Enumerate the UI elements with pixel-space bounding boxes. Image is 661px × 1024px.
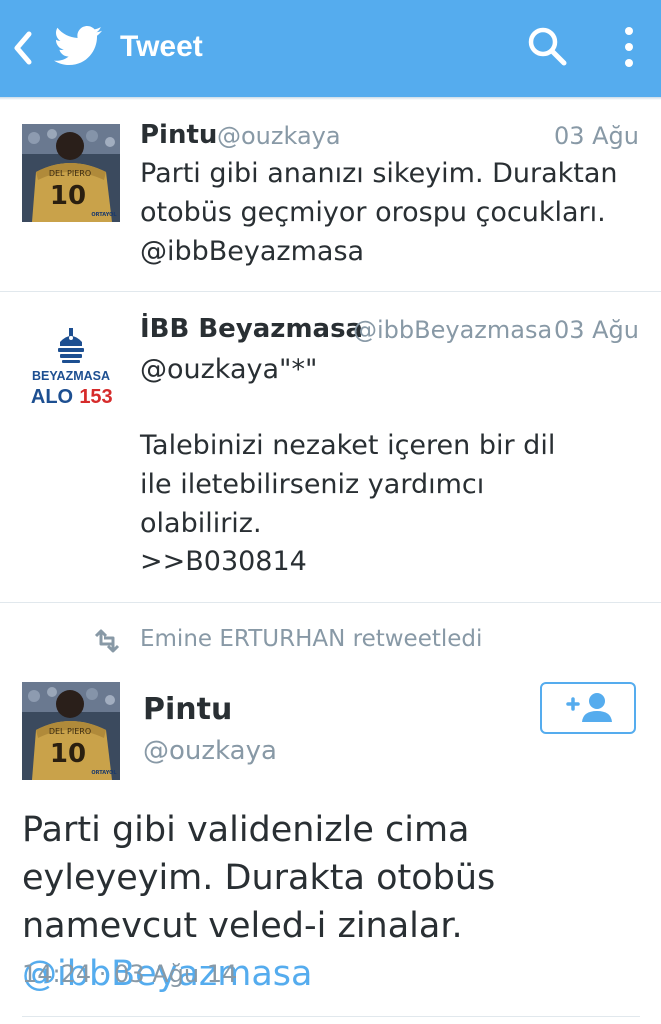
avatar-photo: DEL PIERO 10 ORTAYOL <box>22 124 120 222</box>
jersey-number: 10 <box>50 739 86 769</box>
jersey-number: 10 <box>50 181 86 211</box>
reply-tweet-1[interactable]: DEL PIERO 10 ORTAYOL Pintu @ouzkaya 03 A… <box>0 100 661 291</box>
logo-top-text: BEYAZMASA <box>32 369 110 383</box>
reply-tweet-2[interactable]: BEYAZMASA ALO 153 İBB Beyazmasa @ibbBeya… <box>0 292 661 602</box>
author-handle[interactable]: @ibbBeyazmasa <box>353 316 552 344</box>
jersey-name: DEL PIERO <box>49 727 91 736</box>
avatar[interactable]: BEYAZMASA ALO 153 <box>22 322 120 420</box>
search-icon[interactable] <box>525 24 569 68</box>
main-author-name[interactable]: Pintu <box>143 692 232 727</box>
main-tweet-plain-text: Parti gibi validenizle cima eyleyeyim. D… <box>22 810 496 946</box>
author-handle[interactable]: @ouzkaya <box>217 122 341 150</box>
badge-text: ORTAYOL <box>91 770 117 776</box>
tweet-date: 03 Ağu <box>553 122 639 150</box>
logo-alo-text: ALO <box>31 386 73 408</box>
follow-add-user-icon <box>566 693 612 722</box>
overflow-menu-icon[interactable] <box>612 24 646 70</box>
divider <box>0 602 661 603</box>
badge-text: ORTAYOL <box>91 212 117 218</box>
jersey-name: DEL PIERO <box>49 169 91 178</box>
tweet-timestamp: 14:24 · 03 Ağu 14 <box>22 960 238 988</box>
tweet-reference-code: >>B030814 <box>140 546 307 577</box>
tweet-text: Parti gibi ananızı sikeyim. Duraktan oto… <box>140 158 618 267</box>
logo-number-text: 153 <box>79 386 112 408</box>
beyazmasa-logo: BEYAZMASA ALO 153 <box>22 322 120 420</box>
twitter-bird-icon <box>54 26 102 65</box>
back-chevron-icon[interactable] <box>10 26 36 70</box>
main-author-handle[interactable]: @ouzkaya <box>143 736 277 766</box>
author-name[interactable]: Pintu <box>140 120 217 150</box>
retweet-icon <box>94 629 120 653</box>
retweet-context-label[interactable]: Emine ERTURHAN retweetledi <box>140 626 482 652</box>
avatar-photo: DEL PIERO 10 ORTAYOL <box>22 682 120 780</box>
divider <box>22 1016 640 1017</box>
tweet-date: 03 Ağu <box>553 316 639 344</box>
tweet-text: Talebinizi nezaket içeren bir dil ile il… <box>140 430 556 539</box>
follow-button[interactable] <box>540 682 636 734</box>
avatar[interactable]: DEL PIERO 10 ORTAYOL <box>22 124 120 222</box>
author-name[interactable]: İBB Beyazmasa <box>140 314 363 344</box>
page-title: Tweet <box>120 30 203 63</box>
main-tweet-avatar[interactable]: DEL PIERO 10 ORTAYOL <box>22 682 120 780</box>
tweet-mention-line: @ouzkaya"*" <box>140 354 318 385</box>
top-app-bar: Tweet <box>0 0 661 97</box>
